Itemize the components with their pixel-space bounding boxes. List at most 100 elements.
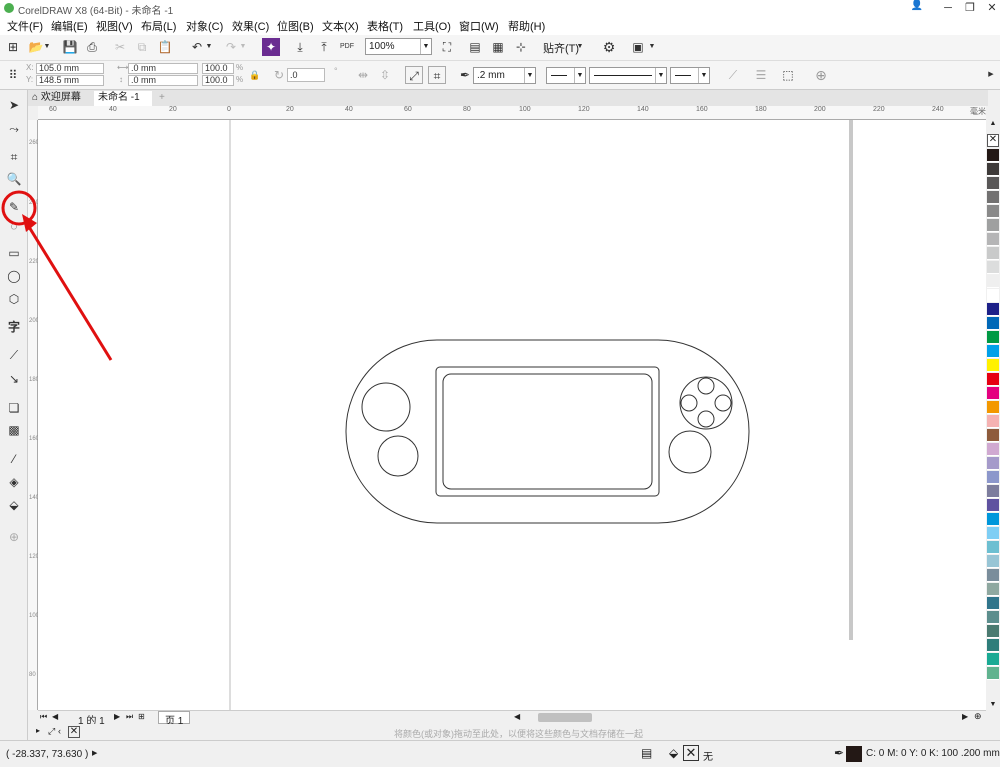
wrap-text-icon[interactable]: ☰ — [752, 66, 770, 84]
user-icon[interactable]: 👤 — [908, 0, 926, 16]
connector-tool-icon[interactable]: ↘ — [5, 370, 23, 388]
scale-x-field[interactable]: 100.0 — [202, 63, 234, 74]
import-icon[interactable]: ⤓ — [291, 38, 309, 56]
color-swatch[interactable] — [987, 611, 999, 624]
cut-icon[interactable]: ✂ — [111, 38, 129, 56]
export-icon[interactable]: ⤒ — [315, 38, 333, 56]
object-origin-icon[interactable]: ⠿ — [4, 66, 22, 84]
show-rulers-icon[interactable]: ▤ — [466, 38, 484, 56]
options-gear-icon[interactable]: ⚙ — [600, 38, 618, 56]
tab-welcome-screen[interactable]: ⌂ 欢迎屏幕 — [28, 91, 94, 106]
relative-scale-icon[interactable]: ⤢ — [405, 66, 423, 84]
navigator-zoom-icon[interactable]: ⊕ — [974, 711, 982, 722]
menu-help[interactable]: 帮助(H) — [508, 18, 545, 34]
color-swatch[interactable] — [987, 219, 999, 232]
menu-text[interactable]: 文本(X) — [322, 18, 359, 34]
color-swatch[interactable] — [987, 387, 999, 400]
palette-scroll-down-icon[interactable]: ▼ — [986, 700, 1000, 709]
color-swatch[interactable] — [987, 513, 999, 526]
line-style-select[interactable]: ▼ — [589, 67, 667, 84]
no-color-swatch[interactable]: ✕ — [987, 134, 999, 147]
close-curve-icon[interactable]: ⟋ — [724, 66, 742, 84]
lock-ratio-icon[interactable]: 🔒 — [246, 66, 264, 84]
open-dropdown-icon[interactable]: ▼ — [42, 38, 52, 56]
x-position-field[interactable]: 105.0 mm — [36, 63, 104, 74]
color-swatch[interactable] — [987, 149, 999, 162]
color-swatch[interactable] — [987, 303, 999, 316]
pick-tool-icon[interactable]: ➤ — [5, 96, 23, 114]
add-page-icon[interactable]: ⊞ — [138, 712, 145, 721]
zoom-level-select[interactable]: 100% ▼ — [365, 38, 432, 55]
screen-bezel[interactable] — [435, 366, 660, 497]
outline-width-select[interactable]: .2 mm ▼ — [473, 67, 536, 84]
snap-dropdown-icon[interactable]: ▼ — [575, 38, 585, 56]
show-guidelines-icon[interactable]: ⊹ — [512, 38, 530, 56]
start-arrowhead-select[interactable]: ▼ — [546, 67, 586, 84]
fill-bucket-icon[interactable]: ⬙ — [669, 746, 678, 760]
launcher-dropdown-icon[interactable]: ▼ — [647, 38, 657, 56]
width-field[interactable]: .0 mm — [128, 63, 198, 74]
color-swatch[interactable] — [987, 653, 999, 666]
scroll-left-icon[interactable]: ◀ — [514, 712, 520, 721]
rotation-angle-field[interactable]: .0 — [287, 68, 325, 82]
action-button-left[interactable] — [680, 394, 698, 412]
action-button-right[interactable] — [714, 394, 732, 412]
print-icon[interactable]: ⎙ — [83, 38, 101, 56]
left-joystick[interactable] — [361, 382, 411, 432]
palette-pen-icon[interactable]: ‹ — [58, 726, 61, 736]
color-swatch[interactable] — [987, 527, 999, 540]
pdf-export-icon[interactable]: PDF — [338, 38, 356, 56]
new-tab-button[interactable]: + — [155, 91, 169, 106]
right-joystick[interactable] — [668, 430, 712, 474]
color-swatch[interactable] — [987, 359, 999, 372]
menu-file[interactable]: 文件(F) — [7, 18, 43, 34]
menu-object[interactable]: 对象(C) — [186, 18, 223, 34]
next-page-icon[interactable]: ▶ — [114, 712, 120, 721]
customize-add-icon[interactable]: ⊕ — [5, 528, 23, 546]
first-page-icon[interactable]: ⏮ — [40, 712, 47, 722]
color-swatch[interactable] — [987, 443, 999, 456]
color-swatch[interactable] — [987, 625, 999, 638]
tab-document[interactable]: 未命名 -1 — [94, 91, 152, 106]
color-swatch[interactable] — [987, 457, 999, 470]
color-swatch[interactable] — [987, 163, 999, 176]
menu-effects[interactable]: 效果(C) — [232, 18, 269, 34]
snap-to-menu[interactable]: 贴齐(T) — [543, 40, 579, 56]
mirror-horizontal-icon[interactable]: ⇹ — [354, 66, 372, 84]
eyedropper-tool-icon[interactable]: ⁄ — [5, 450, 23, 468]
color-swatch[interactable] — [987, 177, 999, 190]
paste-icon[interactable]: 📋 — [156, 38, 174, 56]
color-swatch[interactable] — [987, 639, 999, 652]
status-expand-icon[interactable]: ▶ — [92, 749, 97, 757]
undo-dropdown-icon[interactable]: ▼ — [204, 38, 214, 56]
interactive-fill-icon[interactable]: ◈ — [5, 473, 23, 491]
horizontal-scrollbar-thumb[interactable] — [538, 713, 592, 722]
height-field[interactable]: .0 mm — [128, 75, 198, 86]
palette-scroll-up-icon[interactable]: ▲ — [986, 120, 1000, 128]
bounding-box-icon[interactable]: ⬚ — [779, 66, 797, 84]
save-icon[interactable]: 💾 — [61, 38, 79, 56]
color-swatch[interactable] — [987, 667, 999, 680]
full-screen-icon[interactable]: ⛶ — [438, 38, 456, 56]
color-swatch[interactable] — [987, 191, 999, 204]
color-swatch[interactable] — [987, 205, 999, 218]
color-swatch[interactable] — [987, 569, 999, 582]
search-content-icon[interactable]: ✦ — [262, 38, 280, 56]
transparency-tool-icon[interactable]: ▩ — [5, 421, 23, 439]
page-tab[interactable]: 页 1 — [158, 711, 191, 727]
color-swatch[interactable] — [987, 345, 999, 358]
horizontal-ruler[interactable]: 60 40 20 0 20 40 60 80 100 120 140 160 1… — [38, 106, 986, 120]
screen[interactable] — [442, 373, 653, 490]
smart-fill-tool-icon[interactable]: ⬙ — [5, 496, 23, 514]
action-button-ring[interactable] — [679, 376, 733, 430]
document-color-settings-icon[interactable]: ▤ — [641, 746, 652, 760]
color-swatch[interactable] — [987, 415, 999, 428]
color-swatch[interactable] — [987, 317, 999, 330]
color-swatch[interactable] — [987, 541, 999, 554]
menu-view[interactable]: 视图(V) — [96, 18, 133, 34]
mirror-vertical-icon[interactable]: ⇳ — [376, 66, 394, 84]
menu-table[interactable]: 表格(T) — [367, 18, 403, 34]
color-swatch[interactable] — [987, 247, 999, 260]
close-button[interactable]: ✕ — [979, 0, 1000, 17]
copy-icon[interactable]: ⧉ — [133, 38, 151, 56]
